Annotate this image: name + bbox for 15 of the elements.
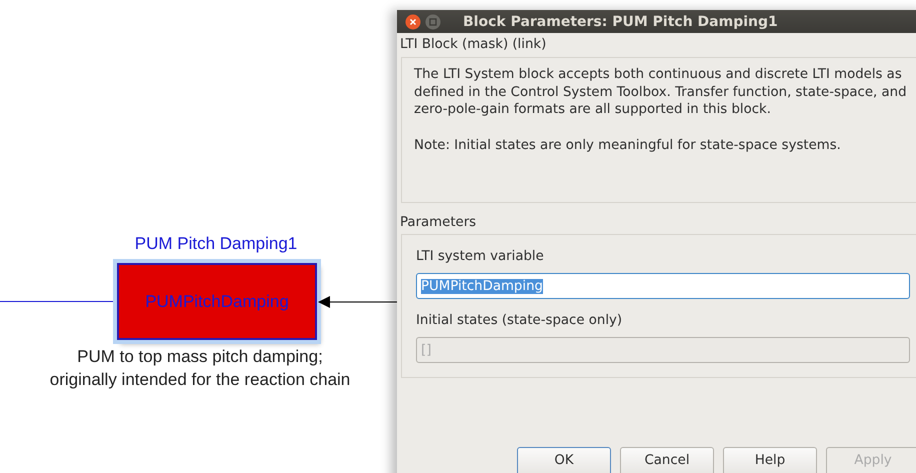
block-annotation: originally intended for the reaction chain xyxy=(48,370,352,390)
block-type-label: LTI Block (mask) (link) xyxy=(399,36,548,54)
dialog-button[interactable]: OK xyxy=(517,447,611,473)
window-title: Block Parameters: PUM Pitch Damping1 xyxy=(463,14,778,30)
block-name: PUM Pitch Damping1 xyxy=(134,234,298,254)
description-text: The LTI System block accepts both continuous and discrete LTI models as defined in the Control System Toolbox. Transfer function, state-space, and zero-pole-gain formats are all supported in this block. xyxy=(414,66,908,118)
input-field[interactable]: PUMPitchDamping xyxy=(416,273,910,299)
close-icon[interactable] xyxy=(405,14,421,30)
block-annotation: PUM to top mass pitch damping; xyxy=(76,347,324,367)
dialog-button[interactable]: Cancel xyxy=(620,447,714,473)
description-text: Note: Initial states are only meaningful for state-space systems. xyxy=(414,136,842,154)
dialog-button[interactable]: Help xyxy=(723,447,817,473)
field-label: LTI system variable xyxy=(416,249,545,264)
section-title: Parameters xyxy=(399,214,478,232)
field-label: Initial states (state-space only) xyxy=(416,313,624,328)
